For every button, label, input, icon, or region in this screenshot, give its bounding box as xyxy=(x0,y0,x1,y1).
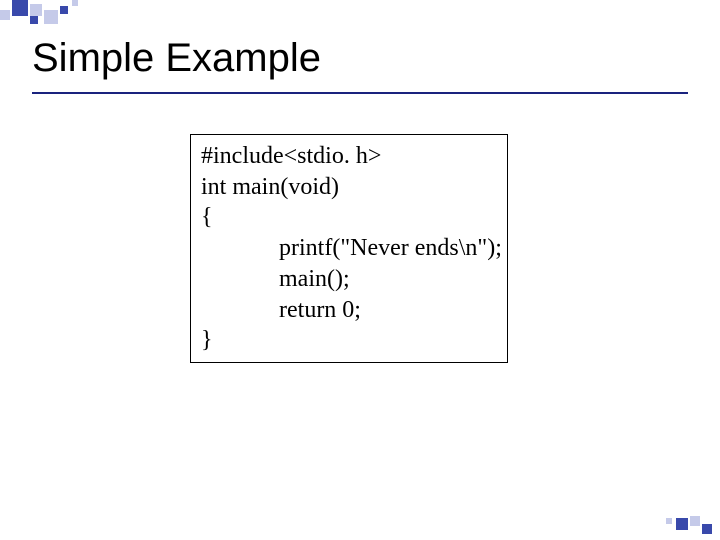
code-line: return 0; xyxy=(201,295,497,326)
code-example-box: #include<stdio. h> int main(void) { prin… xyxy=(190,134,508,363)
title-underline xyxy=(32,92,688,94)
slide-title: Simple Example xyxy=(32,36,321,81)
code-line: } xyxy=(201,325,497,356)
code-line: main(); xyxy=(201,264,497,295)
code-line: #include<stdio. h> xyxy=(201,141,497,172)
corner-decoration xyxy=(0,0,120,26)
code-line: printf("Never ends\n"); xyxy=(201,233,497,264)
code-line: int main(void) xyxy=(201,172,497,203)
code-line: { xyxy=(201,202,497,233)
bottom-corner-decoration xyxy=(652,512,712,534)
